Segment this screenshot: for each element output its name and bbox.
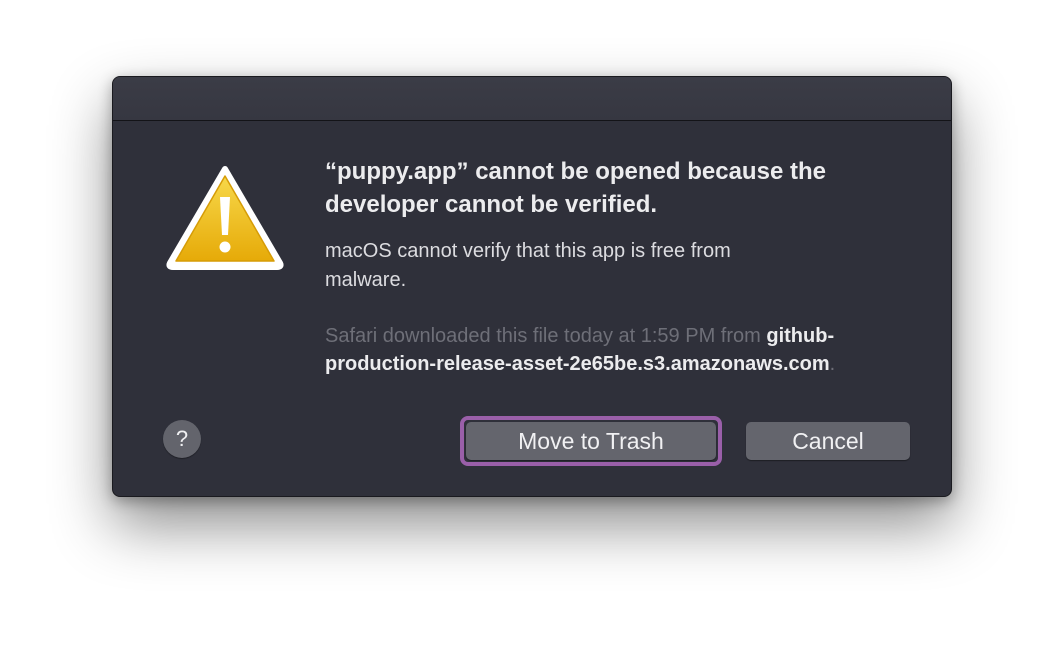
move-to-trash-button[interactable]: Move to Trash	[466, 422, 716, 460]
download-source: Safari downloaded this file today at 1:5…	[325, 322, 885, 378]
download-source-suffix: .	[829, 353, 836, 375]
cancel-button[interactable]: Cancel	[746, 422, 910, 460]
dialog-headline: “puppy.app” cannot be opened because the…	[325, 158, 826, 218]
screen: “puppy.app” cannot be opened because the…	[0, 0, 1064, 646]
dialog-titlebar	[113, 77, 951, 121]
message-area: “puppy.app” cannot be opened because the…	[325, 155, 925, 378]
help-button[interactable]: ?	[163, 420, 201, 458]
alert-dialog: “puppy.app” cannot be opened because the…	[112, 76, 952, 497]
warning-triangle-icon	[166, 166, 284, 270]
dialog-message: macOS cannot verify that this app is fre…	[325, 240, 731, 291]
download-source-prefix: Safari downloaded this file today at 1:5…	[325, 325, 761, 347]
